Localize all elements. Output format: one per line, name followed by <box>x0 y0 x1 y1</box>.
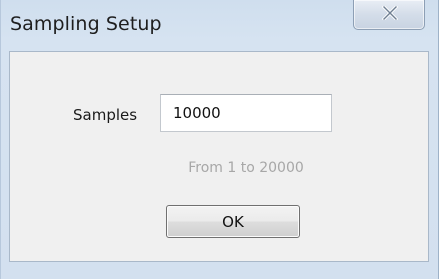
close-button[interactable] <box>353 0 425 30</box>
sampling-setup-dialog: Sampling Setup Samples From 1 to 20000 O… <box>0 0 439 279</box>
range-hint: From 1 to 20000 <box>188 160 304 176</box>
dialog-content: Samples From 1 to 20000 OK <box>9 51 429 262</box>
title-bar[interactable]: Sampling Setup <box>1 0 439 50</box>
ok-button[interactable]: OK <box>166 205 300 238</box>
close-icon <box>382 6 398 20</box>
samples-input[interactable] <box>160 94 332 132</box>
window-title: Sampling Setup <box>10 13 162 35</box>
samples-label: Samples <box>73 106 138 124</box>
